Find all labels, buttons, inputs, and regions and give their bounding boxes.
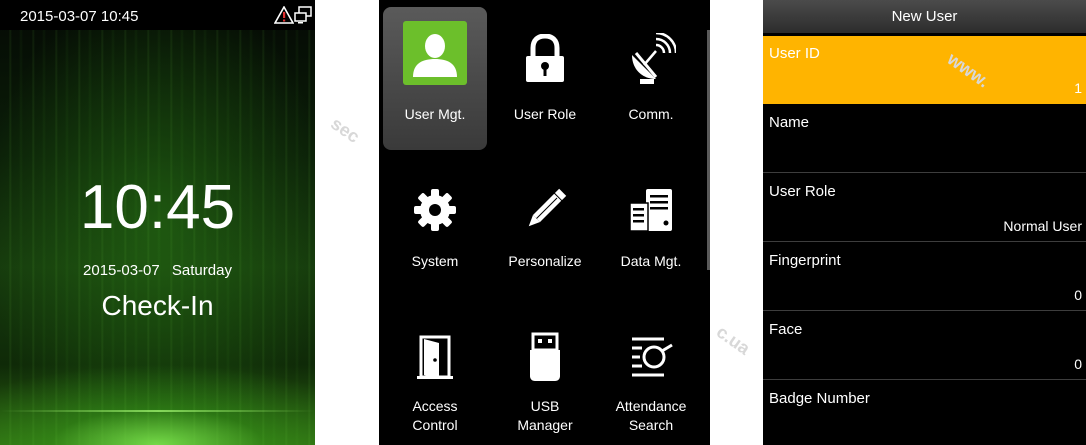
watermark: sec bbox=[327, 113, 364, 147]
menu-item-label: System bbox=[411, 253, 459, 269]
menu-item-user-mgt[interactable]: User Mgt. bbox=[383, 7, 487, 150]
door-icon bbox=[403, 325, 467, 389]
field-name[interactable]: Name bbox=[763, 105, 1086, 173]
standby-clock: 10:45 bbox=[79, 173, 236, 242]
menu-scrollbar[interactable] bbox=[707, 30, 710, 270]
date-line: 2015-03-07 Saturday bbox=[0, 262, 315, 279]
menu-item-access-control[interactable]: Access Control bbox=[383, 305, 487, 445]
field-user-id[interactable]: User ID 1 bbox=[763, 36, 1086, 104]
network-icon bbox=[294, 6, 312, 24]
status-bar: 2015-03-07 10:45 bbox=[0, 0, 315, 30]
menu-item-label: Personalize bbox=[508, 253, 582, 269]
background-floor-line bbox=[0, 410, 315, 412]
field-value: 0 bbox=[1074, 287, 1082, 303]
server-icon bbox=[619, 178, 683, 242]
weekday: Saturday bbox=[171, 262, 232, 279]
menu-item-comm[interactable]: Comm. bbox=[599, 7, 703, 150]
field-label: User ID bbox=[769, 45, 820, 62]
field-fingerprint[interactable]: Fingerprint 0 bbox=[763, 243, 1086, 311]
field-value: 0 bbox=[1074, 356, 1082, 372]
field-face[interactable]: Face 0 bbox=[763, 312, 1086, 380]
menu-item-label-line: Control bbox=[412, 417, 458, 433]
menu-item-label: User Role bbox=[513, 106, 577, 122]
punch-state[interactable]: Check-In bbox=[0, 290, 315, 322]
field-badge-number[interactable]: Badge Number bbox=[763, 381, 1086, 445]
menu-item-label: User Mgt. bbox=[404, 106, 466, 122]
menu-item-user-role[interactable]: User Role bbox=[493, 7, 597, 150]
satellite-dish-icon bbox=[619, 27, 683, 91]
menu-item-data-mgt[interactable]: Data Mgt. bbox=[599, 158, 703, 301]
pencil-icon bbox=[513, 178, 577, 242]
main-menu: User Mgt. User Role Comm. System Persona… bbox=[379, 0, 710, 445]
field-label: User Role bbox=[769, 183, 836, 200]
date: 2015-03-07 bbox=[83, 262, 160, 279]
standby-screen: 2015-03-07 10:45 10:45 2015-03-07 Saturd… bbox=[0, 0, 315, 445]
menu-item-usb-manager[interactable]: USB Manager bbox=[493, 305, 597, 445]
watermark: c.ua bbox=[712, 321, 754, 359]
user-icon bbox=[403, 21, 467, 85]
status-time: 2015-03-07 10:45 bbox=[20, 8, 139, 25]
menu-item-label-line: Search bbox=[628, 417, 674, 433]
menu-item-label-line: USB bbox=[530, 398, 560, 414]
menu-item-system[interactable]: System bbox=[383, 158, 487, 301]
menu-item-label: USB Manager bbox=[493, 397, 597, 435]
new-user-screen: New User User ID 1 Name User Role Normal… bbox=[763, 0, 1086, 445]
menu-item-label: Comm. bbox=[628, 106, 674, 122]
menu-item-label-line: Manager bbox=[517, 417, 573, 433]
menu-item-attendance-search[interactable]: Attendance Search bbox=[599, 305, 703, 445]
field-user-role[interactable]: User Role Normal User bbox=[763, 174, 1086, 242]
menu-item-label: Attendance Search bbox=[599, 397, 703, 435]
gear-icon bbox=[403, 178, 467, 242]
field-label: Name bbox=[769, 114, 810, 131]
field-label: Face bbox=[769, 321, 803, 338]
alert-icon bbox=[274, 6, 294, 24]
field-value: Normal User bbox=[1003, 218, 1082, 234]
usb-drive-icon bbox=[513, 325, 577, 389]
lock-icon bbox=[513, 27, 577, 91]
menu-item-label: Data Mgt. bbox=[620, 253, 682, 269]
page-title: New User bbox=[763, 0, 1086, 33]
menu-item-label-line: Attendance bbox=[615, 398, 687, 414]
search-doc-icon bbox=[619, 325, 683, 389]
field-value: 1 bbox=[1074, 80, 1082, 96]
field-label: Fingerprint bbox=[769, 252, 841, 269]
menu-item-personalize[interactable]: Personalize bbox=[493, 158, 597, 301]
menu-item-label-line: Access bbox=[412, 398, 458, 414]
field-label: Badge Number bbox=[769, 390, 870, 407]
menu-item-label: Access Control bbox=[383, 397, 487, 435]
